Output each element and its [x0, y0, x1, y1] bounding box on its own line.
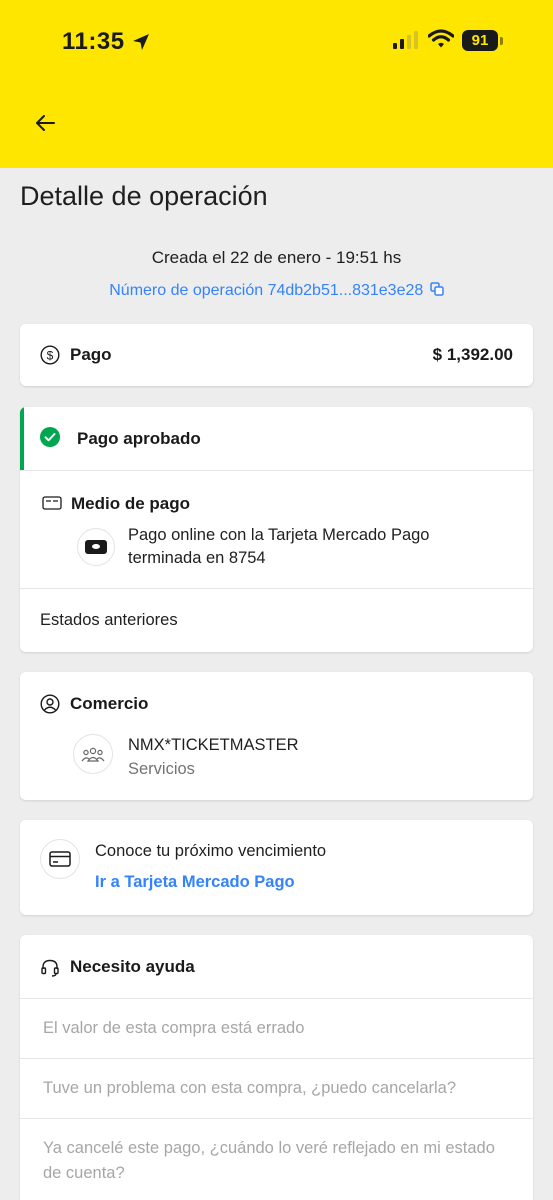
status-time: 11:35 [62, 28, 151, 56]
operation-number: Número de operación 74db2b51...831e3e28 [109, 282, 424, 299]
mercado-pago-card-icon [77, 528, 115, 566]
back-arrow-icon[interactable] [28, 108, 62, 138]
status-bar: 11:35 91 [0, 0, 553, 82]
svg-text:$: $ [47, 348, 54, 362]
help-question-item[interactable]: Tuve un problema con esta compra, ¿puedo… [43, 1076, 456, 1101]
wifi-icon [428, 29, 454, 48]
cellular-signal-icon [393, 31, 418, 49]
user-circle-icon [40, 694, 60, 714]
merchant-card: Comercio NMX*TICKETMASTER Servicios [20, 672, 533, 800]
divider [20, 1058, 533, 1059]
divider [20, 588, 533, 589]
merchant-category: Servicios [128, 760, 195, 778]
help-card: Necesito ayuda El valor de esta compra e… [20, 935, 533, 1200]
merchant-name: NMX*TICKETMASTER [128, 736, 299, 754]
previous-states-link[interactable]: Estados anteriores [40, 611, 178, 630]
merchant-title: Comercio [70, 694, 149, 713]
approved-accent-bar [20, 407, 24, 470]
headset-icon [41, 959, 59, 977]
copy-icon[interactable] [429, 282, 444, 296]
app-header: 11:35 91 [0, 0, 553, 168]
go-to-card-link[interactable]: Ir a Tarjeta Mercado Pago [95, 873, 295, 892]
due-date-title: Conoce tu próximo vencimiento [95, 842, 327, 860]
location-arrow-icon [132, 34, 149, 50]
due-date-card: Conoce tu próximo vencimiento Ir a Tarje… [20, 820, 533, 915]
payment-card: $ Pago $ 1,392.00 [20, 324, 533, 386]
divider [20, 470, 533, 471]
created-date: Creada el 22 de enero - 19:51 hs [151, 248, 402, 267]
payment-method-description: Pago online con la Tarjeta Mercado Pago … [128, 526, 430, 567]
payment-method-title: Medio de pago [71, 494, 190, 513]
divider [20, 998, 533, 999]
battery-icon: 91 [462, 30, 504, 51]
help-question-item[interactable]: Ya cancelé este pago, ¿cuándo lo veré re… [43, 1136, 503, 1186]
check-circle-icon [40, 427, 60, 447]
approved-status: Pago aprobado [77, 429, 201, 448]
dollar-circle-icon: $ [40, 345, 60, 365]
divider [20, 1118, 533, 1119]
payment-status-card: Pago aprobado Medio de pago Pago online … [20, 407, 533, 652]
time-label: 11:35 [62, 28, 125, 55]
payment-amount: $ 1,392.00 [432, 345, 513, 364]
page-title: Detalle de operación [20, 181, 268, 211]
payment-label: Pago [70, 345, 112, 364]
operation-number-link[interactable]: Número de operación 74db2b51...831e3e28 [0, 282, 553, 300]
battery-level: 91 [462, 30, 498, 51]
people-group-icon [73, 734, 113, 774]
card-icon [40, 839, 80, 879]
credit-card-icon [42, 496, 62, 510]
help-question-item[interactable]: El valor de esta compra está errado [43, 1016, 304, 1041]
help-title: Necesito ayuda [70, 957, 195, 976]
